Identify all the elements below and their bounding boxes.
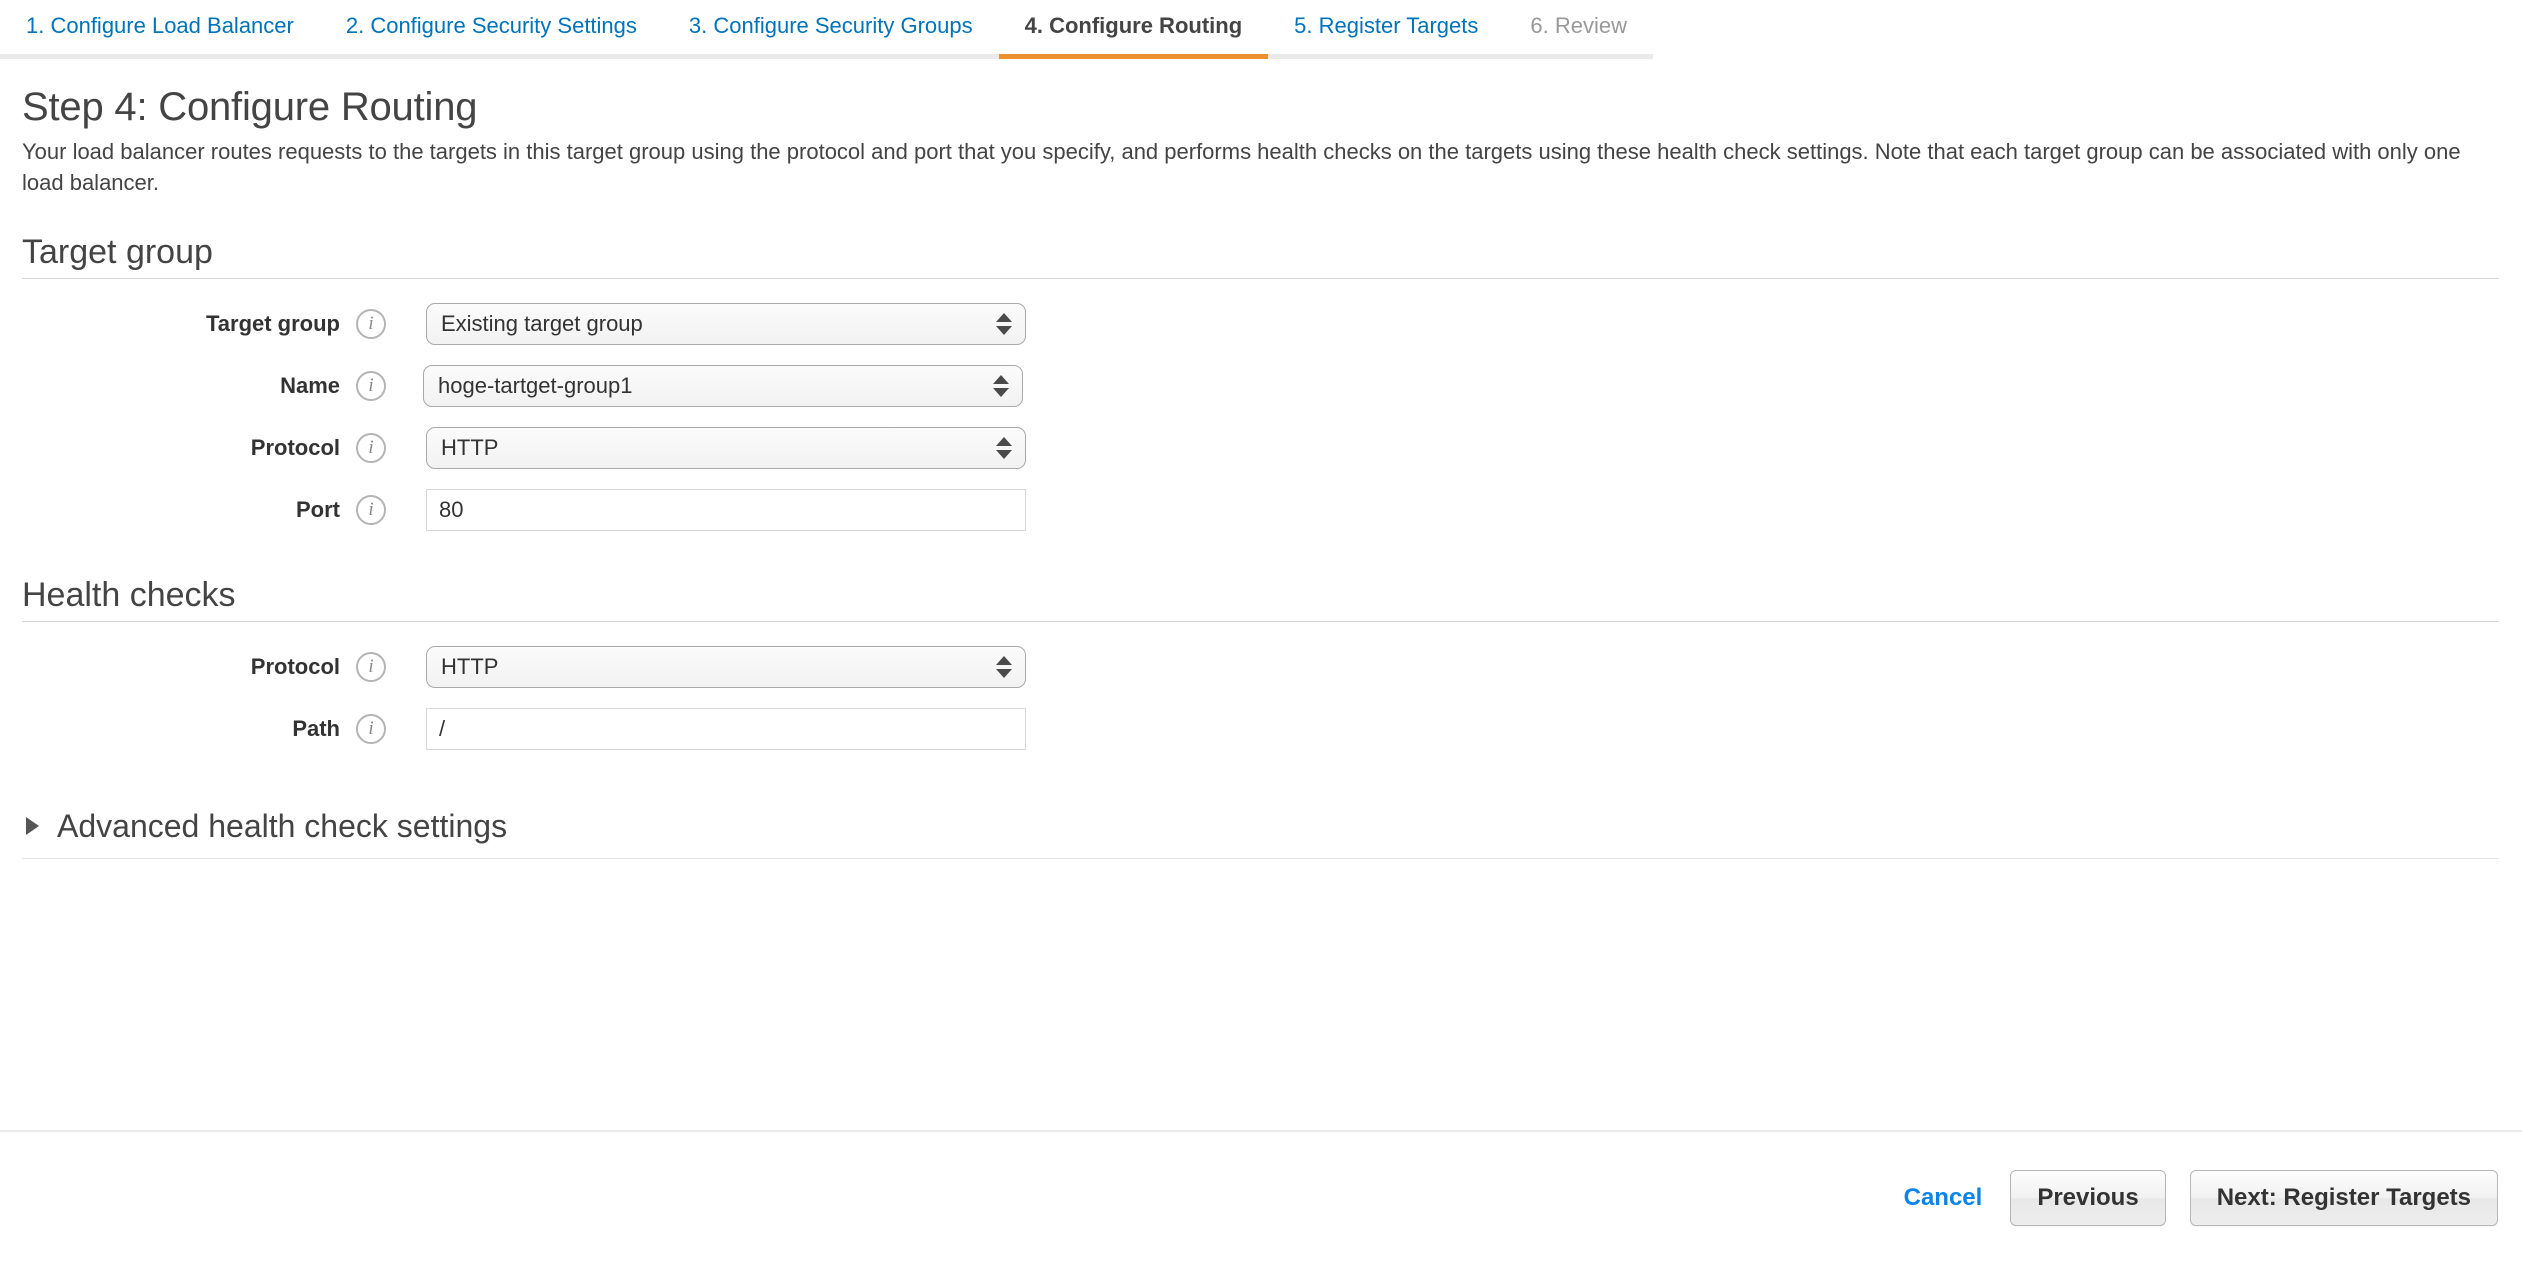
tab-configure-security-groups[interactable]: 3. Configure Security Groups <box>662 0 999 59</box>
target-group-name-select[interactable]: hoge-tartget-group1 <box>423 365 1023 407</box>
field-label: Target group <box>205 311 340 336</box>
field-label: Name <box>280 373 340 398</box>
field-row-port: Port i <box>22 479 2498 541</box>
select-value: HTTP <box>441 435 499 460</box>
field-label: Protocol <box>250 435 340 460</box>
field-row-name: Name i hoge-tartget-group1 <box>22 355 2498 417</box>
tab-label[interactable]: 4. Configure Routing <box>999 0 1269 54</box>
field-control <box>426 489 1026 531</box>
field-control: HTTP <box>426 646 1026 688</box>
section-title-health-checks: Health checks <box>22 576 236 614</box>
tab-configure-security-settings[interactable]: 2. Configure Security Settings <box>319 0 663 59</box>
select-value: Existing target group <box>441 311 643 336</box>
tab-label[interactable]: 3. Configure Security Groups <box>663 0 999 54</box>
page-title: Step 4: Configure Routing <box>22 85 478 129</box>
field-control: HTTP <box>426 427 1026 469</box>
field-row-health-protocol: Protocol i HTTP <box>22 636 2498 698</box>
tab-underline <box>319 54 663 59</box>
wizard-footer: Cancel Previous Next: Register Targets <box>0 1130 2522 1264</box>
field-label: Port <box>296 497 340 522</box>
advanced-health-check-settings-label: Advanced health check settings <box>57 808 508 844</box>
health-check-protocol-select[interactable]: HTTP <box>426 646 1026 688</box>
wizard-step-tabs: 1. Configure Load Balancer 2. Configure … <box>0 0 2522 59</box>
section-title-target-group: Target group <box>22 233 213 271</box>
tab-underline-active <box>998 54 1269 59</box>
select-stepper-arrows-icon <box>996 313 1012 335</box>
info-icon[interactable]: i <box>356 371 386 401</box>
info-icon[interactable]: i <box>356 433 386 463</box>
info-icon[interactable]: i <box>356 495 386 525</box>
field-control: hoge-tartget-group1 <box>423 365 1023 407</box>
field-control <box>426 708 1026 750</box>
footer-actions: Cancel Previous Next: Register Targets <box>0 1132 2522 1264</box>
target-group-fields: Target group i Existing target group Nam… <box>22 293 2498 541</box>
tab-label[interactable]: 1. Configure Load Balancer <box>0 0 320 54</box>
section-divider <box>22 278 2499 279</box>
tab-underline <box>1268 54 1505 59</box>
advanced-section-divider <box>22 858 2499 859</box>
page-content: Step 4: Configure Routing Your load bala… <box>0 84 2522 859</box>
tab-configure-load-balancer[interactable]: 1. Configure Load Balancer <box>0 0 320 59</box>
field-row-health-path: Path i <box>22 698 2498 760</box>
info-icon[interactable]: i <box>356 652 386 682</box>
tab-underline <box>1504 54 1653 59</box>
tab-label: 6. Review <box>1530 13 1627 38</box>
target-group-select[interactable]: Existing target group <box>426 303 1026 345</box>
info-icon[interactable]: i <box>356 714 386 744</box>
triangle-right-icon <box>26 817 39 835</box>
section-divider <box>22 621 2499 622</box>
health-check-path-input[interactable] <box>426 708 1026 750</box>
advanced-health-check-settings-toggle[interactable]: Advanced health check settings <box>22 808 507 844</box>
select-value: hoge-tartget-group1 <box>438 373 633 398</box>
field-row-protocol: Protocol i HTTP <box>22 417 2498 479</box>
next-register-targets-button[interactable]: Next: Register Targets <box>2189 1170 2498 1226</box>
tab-configure-routing[interactable]: 4. Configure Routing <box>998 0 1269 59</box>
tab-review: 6. Review <box>1504 0 1653 59</box>
select-stepper-arrows-icon <box>996 656 1012 678</box>
field-row-target-group: Target group i Existing target group <box>22 293 2498 355</box>
tab-underline <box>0 54 320 59</box>
tab-label[interactable]: 5. Register Targets <box>1268 0 1504 54</box>
field-control: Existing target group <box>426 303 1026 345</box>
target-group-protocol-select[interactable]: HTTP <box>426 427 1026 469</box>
tab-underline <box>662 54 999 59</box>
port-input[interactable] <box>426 489 1026 531</box>
field-label: Protocol <box>250 654 340 679</box>
field-label: Path <box>292 716 340 741</box>
tab-label[interactable]: 2. Configure Security Settings <box>320 0 663 54</box>
page-description: Your load balancer routes requests to th… <box>22 139 2461 195</box>
info-icon[interactable]: i <box>356 309 386 339</box>
tab-register-targets[interactable]: 5. Register Targets <box>1268 0 1505 59</box>
select-value: HTTP <box>441 654 499 679</box>
previous-button[interactable]: Previous <box>2010 1170 2166 1226</box>
health-check-fields: Protocol i HTTP Path i <box>22 636 2498 760</box>
cancel-link[interactable]: Cancel <box>1904 1184 1983 1212</box>
select-stepper-arrows-icon <box>996 437 1012 459</box>
select-stepper-arrows-icon <box>993 375 1009 397</box>
